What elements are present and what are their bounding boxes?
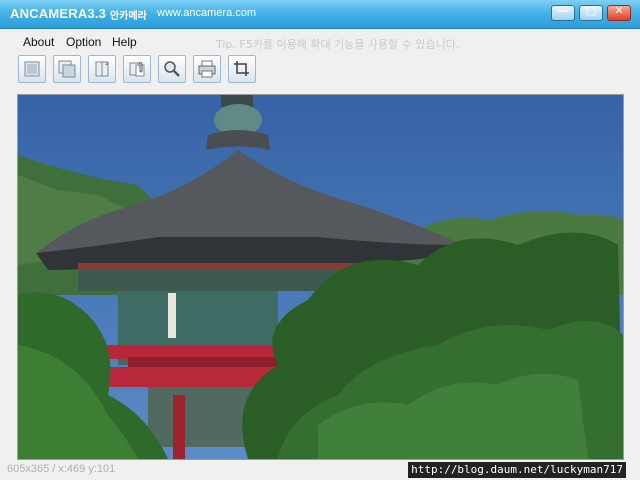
capture-window-button[interactable] — [53, 55, 81, 83]
tip-text: Tip. F5키를 이용해 확대 기능을 사용할 수 있습니다. — [216, 38, 460, 51]
app-subtitle: 안카메라 — [110, 11, 147, 22]
app-url: www.ancamera.com — [157, 7, 257, 19]
title-bar[interactable]: ANCAMERA3.3 안카메라 www.ancamera.com — □ ✕ — [0, 0, 640, 29]
maximize-icon: □ — [585, 4, 597, 17]
print-icon — [198, 60, 216, 78]
menu-about[interactable]: About — [23, 35, 54, 49]
menu-help[interactable]: Help — [112, 35, 137, 49]
clipboard-icon — [129, 62, 145, 77]
captured-photo — [18, 95, 623, 459]
capture-window-icon — [58, 60, 76, 78]
maximize-button[interactable]: □ — [579, 4, 603, 21]
close-button[interactable]: ✕ — [607, 4, 631, 21]
capture-region-icon — [95, 61, 109, 77]
image-viewer[interactable] — [17, 94, 624, 460]
app-title: ANCAMERA3.3 — [10, 6, 107, 21]
menu-option[interactable]: Option — [66, 35, 101, 49]
zoom-icon — [164, 61, 180, 77]
minimize-icon: — — [557, 4, 569, 17]
status-text: 605x365 / x:469 y:101 — [7, 463, 116, 475]
watermark-url: http://blog.daum.net/luckyman717 — [408, 462, 626, 478]
crop-icon — [234, 61, 249, 76]
clipboard-button[interactable] — [123, 55, 151, 83]
menu-bar: About Option Help Tip. F5키를 이용해 확대 기능을 사… — [0, 30, 640, 52]
zoom-button[interactable] — [158, 55, 186, 83]
capture-screen-icon — [24, 61, 40, 77]
capture-screen-button[interactable] — [18, 55, 46, 83]
close-icon: ✕ — [614, 4, 624, 17]
capture-region-button[interactable] — [88, 55, 116, 83]
print-button[interactable] — [193, 55, 221, 83]
minimize-button[interactable]: — — [551, 4, 575, 21]
crop-button[interactable] — [228, 55, 256, 83]
